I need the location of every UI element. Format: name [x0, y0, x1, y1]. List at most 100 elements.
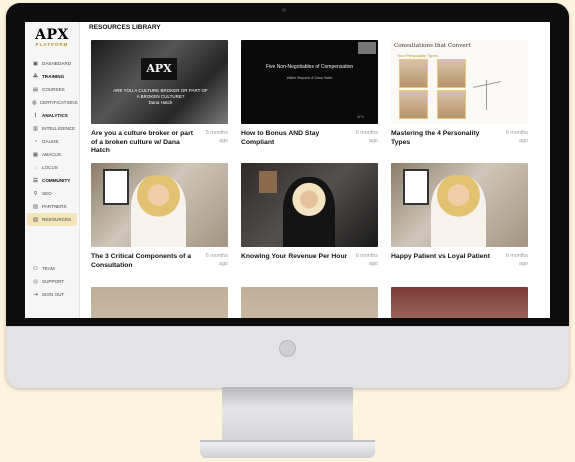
resource-card[interactable]: Knowing Your Revenue Per Hour 6 months a… [241, 163, 378, 267]
card-date: 6 months ago [205, 253, 228, 267]
sidebar-item-sign-out[interactable]: ⇥ SIGN OUT [27, 288, 77, 301]
thumbnail-text: ARE YOU A CULTURE BROKER OR PART OF A BR… [113, 88, 208, 105]
community-icon: ☰ [33, 177, 38, 184]
video-thumbnail[interactable]: Consultations that Convert Your Personal… [391, 40, 528, 124]
video-thumbnail[interactable]: Five Non-Negotiables of Compensation Wal… [241, 40, 378, 124]
seo-icon: ⚲ [33, 190, 38, 197]
locus-icon: ◌ [33, 164, 38, 171]
sidebar-item-gauge[interactable]: ◔ GAUGE [27, 135, 77, 148]
courses-icon: ▤ [32, 86, 39, 93]
analytics-icon: ⌇ [34, 112, 37, 119]
sidebar-item-partners[interactable]: ▧ PARTNERS [27, 200, 77, 213]
sidebar-item-certifications[interactable]: ◍ CERTIFICATIONS [27, 96, 78, 109]
balance-scale-icon [486, 80, 515, 110]
sidebar-item-resources[interactable]: ▨ RESOURCES [27, 213, 77, 226]
sidebar-item-label: DASHBOARD [42, 61, 72, 66]
portrait-image [399, 59, 428, 88]
card-date: 6 months ago [505, 130, 528, 144]
card-date: 6 months ago [355, 253, 378, 267]
card-title[interactable]: Knowing Your Revenue Per Hour [241, 253, 349, 262]
sidebar-item-label: CERTIFICATIONS [39, 100, 78, 105]
sidebar-nav: ▣ DASHBOARD ⟁ TRAINING ▤ COURSES ◍ CERTIFICATIO… [25, 57, 79, 226]
portrait-image [437, 59, 466, 88]
card-title[interactable]: Happy Patient vs Loyal Patient [391, 253, 499, 262]
resource-card[interactable] [391, 287, 528, 318]
sidebar-item-locus[interactable]: ◌ LOCUS [27, 161, 77, 174]
video-thumbnail[interactable] [241, 287, 378, 318]
monitor-stand [222, 387, 353, 442]
sidebar-item-courses[interactable]: ▤ COURSES [27, 83, 77, 96]
sidebar-item-label: INTELLIGENCE [42, 126, 76, 131]
sidebar-item-label: TRAINING [42, 74, 65, 79]
webcam-inset [358, 42, 376, 54]
sidebar-item-label: GAUGE [42, 139, 59, 144]
thumbnail-subtext: Your Personality Types [397, 53, 438, 58]
sidebar-item-intelligence[interactable]: ▥ INTELLIGENCE [27, 122, 77, 135]
thumbnail-brand: APX [356, 115, 364, 119]
card-title[interactable]: Mastering the 4 Personality Types [391, 130, 499, 147]
sidebar-item-analytics[interactable]: ⌇ ANALYTICS [27, 109, 77, 122]
sidebar-item-support[interactable]: ◎ SUPPORT [27, 275, 77, 288]
video-thumbnail[interactable] [91, 287, 228, 318]
sidebar-item-label: SUPPORT [42, 279, 65, 284]
webcam-dot [282, 8, 286, 12]
sidebar-item-label: ANALYTICS [42, 113, 68, 118]
portrait-image [399, 90, 428, 119]
gauge-icon: ◔ [33, 138, 38, 145]
abacus-icon: ▦ [32, 151, 39, 158]
thumbnail-heading: Consultations that Convert [394, 43, 471, 49]
video-thumbnail[interactable] [391, 163, 528, 247]
resources-icon: ▨ [32, 216, 39, 223]
resource-card[interactable]: Happy Patient vs Loyal Patient 6 months … [391, 163, 528, 267]
resource-card[interactable]: Five Non-Negotiables of Compensation Wal… [241, 40, 378, 146]
support-icon: ◎ [33, 278, 38, 285]
sidebar-item-label: SEO [42, 191, 52, 196]
logo-main: APX [35, 27, 69, 43]
presenter-image [431, 175, 486, 247]
sidebar-item-training[interactable]: ⟁ TRAINING [27, 70, 77, 83]
dashboard-icon: ▣ [32, 60, 39, 67]
sidebar-item-label: ABACUS [42, 152, 61, 157]
resource-card[interactable]: Consultations that Convert Your Personal… [391, 40, 528, 146]
sidebar-item-label: COURSES [42, 87, 65, 92]
card-date: 6 months ago [505, 253, 528, 267]
sidebar-item-team[interactable]: ⚇ TEAM [27, 262, 77, 275]
wall-frame [103, 169, 129, 205]
monitor-chin [6, 326, 569, 388]
main-content: RESOURCES LIBRARY APX ARE YOU A CULTURE … [79, 22, 550, 318]
thumbnail-heading: Five Non-Negotiables of Compensation [265, 64, 354, 70]
logo[interactable]: APX PLATFORM [25, 22, 79, 47]
sidebar-item-dashboard[interactable]: ▣ DASHBOARD [27, 57, 77, 70]
logo-sub: PLATFORM [35, 42, 69, 47]
card-date: 6 months ago [355, 130, 378, 144]
card-title[interactable]: How to Bonus AND Stay Compliant [241, 130, 349, 147]
sign-out-icon: ⇥ [33, 291, 38, 298]
card-title[interactable]: The 3 Critical Components of a Consultat… [91, 253, 199, 270]
sidebar-item-seo[interactable]: ⚲ SEO [27, 187, 77, 200]
video-thumbnail[interactable] [91, 163, 228, 247]
resource-card[interactable]: APX ARE YOU A CULTURE BROKER OR PART OF … [91, 40, 228, 154]
sidebar-item-label: TEAM [42, 266, 55, 271]
certifications-icon: ◍ [32, 99, 37, 106]
monitor-base [200, 440, 375, 458]
app-screen: APX PLATFORM ▣ DASHBOARD ⟁ TRAINING ▤ COURSES… [25, 22, 550, 318]
sidebar-item-label: RESOURCES [42, 217, 72, 222]
presenter-image [283, 177, 335, 247]
monitor-logo-button [279, 340, 296, 357]
sidebar-item-abacus[interactable]: ▦ ABACUS [27, 148, 77, 161]
sidebar-bottom-nav: ⚇ TEAM ◎ SUPPORT ⇥ SIGN OUT [25, 262, 79, 301]
intelligence-icon: ▥ [32, 125, 39, 132]
card-title[interactable]: Are you a culture broker or part of a br… [91, 130, 199, 156]
sidebar-item-label: COMMUNITY [42, 178, 71, 183]
video-thumbnail[interactable]: APX ARE YOU A CULTURE BROKER OR PART OF … [91, 40, 228, 124]
sidebar-item-community[interactable]: ☰ COMMUNITY [27, 174, 77, 187]
resource-card[interactable]: The 3 Critical Components of a Consultat… [91, 163, 228, 269]
video-thumbnail[interactable] [391, 287, 528, 318]
sidebar-item-label: SIGN OUT [42, 292, 65, 297]
sidebar: APX PLATFORM ▣ DASHBOARD ⟁ TRAINING ▤ COURSES… [25, 22, 80, 318]
resource-card[interactable] [241, 287, 378, 318]
team-icon: ⚇ [33, 265, 38, 272]
wall-frame [403, 169, 429, 205]
video-thumbnail[interactable] [241, 163, 378, 247]
resource-card[interactable] [91, 287, 228, 318]
